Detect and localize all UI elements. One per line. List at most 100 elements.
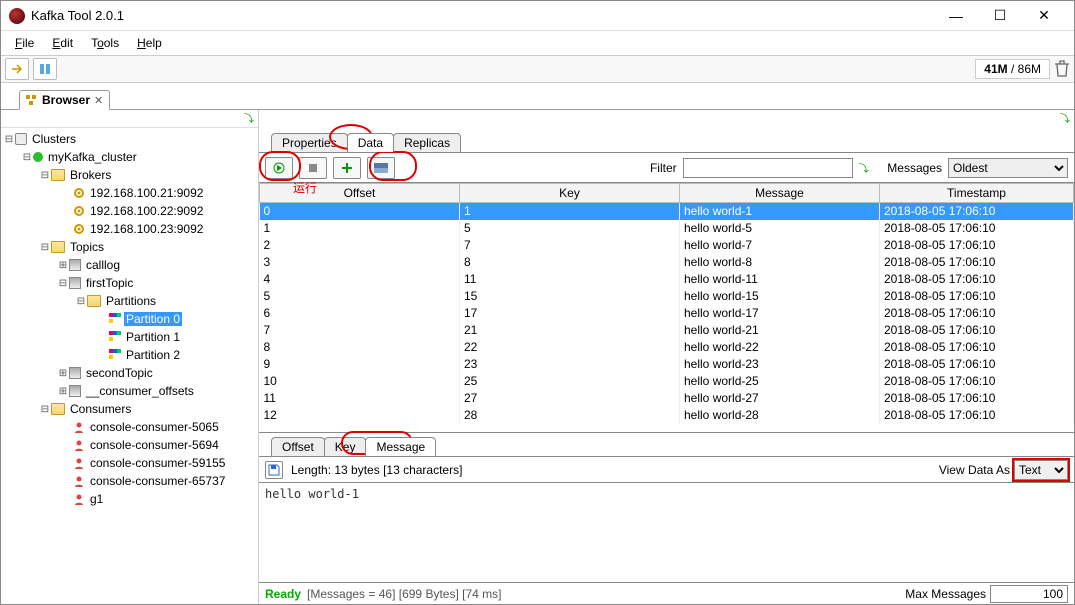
- table-row[interactable]: 1025hello world-252018-08-05 17:06:10: [260, 373, 1074, 390]
- menu-file[interactable]: File: [7, 34, 42, 52]
- table-row[interactable]: 411hello world-112018-08-05 17:06:10: [260, 271, 1074, 288]
- col-message[interactable]: Message: [680, 184, 880, 203]
- table-row[interactable]: 1127hello world-272018-08-05 17:06:10: [260, 390, 1074, 407]
- tree-topic[interactable]: ⊞calllog: [1, 256, 258, 274]
- content-refresh-icon[interactable]: ⤵: [1060, 110, 1070, 128]
- folder-icon: [51, 241, 65, 253]
- tab-data[interactable]: Data: [347, 133, 394, 152]
- topic-icon: [69, 367, 81, 379]
- content-tabs: Properties Data Replicas: [259, 128, 1074, 152]
- tree-broker[interactable]: 192.168.100.22:9092: [1, 202, 258, 220]
- save-icon[interactable]: [265, 461, 283, 479]
- tree-partition[interactable]: Partition 2: [1, 346, 258, 364]
- trash-icon[interactable]: [1054, 60, 1070, 78]
- length-text: Length: 13 bytes [13 characters]: [291, 463, 462, 477]
- minimize-button[interactable]: —: [934, 2, 978, 30]
- table-row[interactable]: 38hello world-82018-08-05 17:06:10: [260, 254, 1074, 271]
- menu-edit[interactable]: Edit: [44, 34, 81, 52]
- status-info: [Messages = 46] [699 Bytes] [74 ms]: [307, 587, 501, 601]
- table-row[interactable]: 15hello world-52018-08-05 17:06:10: [260, 220, 1074, 237]
- filter-input[interactable]: [683, 158, 853, 178]
- message-table[interactable]: Offset Key Message Timestamp 01hello wor…: [259, 182, 1074, 432]
- max-messages-label: Max Messages: [905, 587, 986, 601]
- topic-icon: [69, 277, 81, 289]
- col-timestamp[interactable]: Timestamp: [880, 184, 1074, 203]
- tree-consumer[interactable]: console-consumer-59155: [1, 454, 258, 472]
- tab-replicas[interactable]: Replicas: [393, 133, 461, 152]
- maximize-button[interactable]: ☐: [978, 2, 1022, 30]
- table-row[interactable]: 27hello world-72018-08-05 17:06:10: [260, 237, 1074, 254]
- memory-display: 41M / 86M: [975, 59, 1050, 79]
- menu-help[interactable]: Help: [129, 34, 170, 52]
- tree-icon: [26, 95, 38, 105]
- gear-icon: [73, 187, 85, 199]
- action-bar: 运行 Filter ⤵ Messages Oldest: [259, 152, 1074, 182]
- tree-partition[interactable]: Partition 0: [1, 310, 258, 328]
- tree-consumer[interactable]: console-consumer-65737: [1, 472, 258, 490]
- menu-tools[interactable]: Tools: [83, 34, 127, 52]
- tree-broker[interactable]: 192.168.100.23:9092: [1, 220, 258, 238]
- toolbar-btn-1[interactable]: [5, 58, 29, 80]
- folder-icon: [51, 403, 65, 415]
- messages-label: Messages: [887, 161, 942, 175]
- close-tab-icon[interactable]: ✕: [94, 94, 103, 107]
- message-body: hello world-1: [259, 482, 1074, 582]
- partition-icon: [109, 331, 121, 343]
- user-icon: [73, 475, 85, 487]
- table-row[interactable]: 721hello world-212018-08-05 17:06:10: [260, 322, 1074, 339]
- table-row[interactable]: 1228hello world-282018-08-05 17:06:10: [260, 407, 1074, 424]
- col-offset[interactable]: Offset: [260, 184, 460, 203]
- table-row[interactable]: 923hello world-232018-08-05 17:06:10: [260, 356, 1074, 373]
- view-as-label: View Data As: [939, 463, 1010, 477]
- tree-consumer[interactable]: g1: [1, 490, 258, 508]
- message-toolbar: Length: 13 bytes [13 characters] View Da…: [259, 456, 1074, 482]
- tree-partition[interactable]: Partition 1: [1, 328, 258, 346]
- table-row[interactable]: 515hello world-152018-08-05 17:06:10: [260, 288, 1074, 305]
- partition-icon: [109, 349, 121, 361]
- window-title: Kafka Tool 2.0.1: [31, 8, 934, 23]
- status-green-icon: [33, 152, 43, 162]
- tree-consumer[interactable]: console-consumer-5065: [1, 418, 258, 436]
- filter-label: Filter: [650, 161, 677, 175]
- col-key[interactable]: Key: [460, 184, 680, 203]
- partition-icon: [109, 313, 121, 325]
- sidebar-refresh-icon[interactable]: ⤵: [244, 110, 254, 127]
- tree-broker[interactable]: 192.168.100.21:9092: [1, 184, 258, 202]
- tree-topic[interactable]: ⊟firstTopic: [1, 274, 258, 292]
- db-icon: [15, 133, 27, 145]
- tab-properties[interactable]: Properties: [271, 133, 348, 152]
- user-icon: [73, 439, 85, 451]
- table-row[interactable]: 01hello world-12018-08-05 17:06:10: [260, 203, 1074, 220]
- browser-tab[interactable]: Browser ✕: [19, 90, 110, 110]
- topic-icon: [69, 385, 81, 397]
- close-button[interactable]: ✕: [1022, 2, 1066, 30]
- layout-button[interactable]: [367, 157, 395, 179]
- tree-consumer[interactable]: console-consumer-5694: [1, 436, 258, 454]
- stop-button[interactable]: [299, 157, 327, 179]
- tab-key[interactable]: Key: [324, 437, 367, 456]
- table-row[interactable]: 617hello world-172018-08-05 17:06:10: [260, 305, 1074, 322]
- content-panel: ⤵ Properties Data Replicas 运行 Filter ⤵ M…: [259, 110, 1074, 604]
- folder-icon: [51, 169, 65, 181]
- user-icon: [73, 457, 85, 469]
- tree-topic[interactable]: ⊞secondTopic: [1, 364, 258, 382]
- browser-tab-row: Browser ✕: [1, 83, 1074, 109]
- tree-partitions[interactable]: ⊟Partitions: [1, 292, 258, 310]
- detail-tabs: Offset Key Message: [259, 432, 1074, 456]
- add-button[interactable]: [333, 157, 361, 179]
- sidebar: ⤵ ⊟Clusters ⊟myKafka_cluster ⊟Brokers 19…: [1, 110, 259, 604]
- tab-offset[interactable]: Offset: [271, 437, 325, 456]
- table-row[interactable]: 822hello world-222018-08-05 17:06:10: [260, 339, 1074, 356]
- user-icon: [73, 493, 85, 505]
- play-button[interactable]: [265, 157, 293, 179]
- app-icon: [9, 8, 25, 24]
- view-as-select[interactable]: Text: [1014, 460, 1068, 480]
- messages-mode-select[interactable]: Oldest: [948, 158, 1068, 178]
- tab-message[interactable]: Message: [365, 437, 436, 456]
- status-bar: Ready [Messages = 46] [699 Bytes] [74 ms…: [259, 582, 1074, 604]
- tree-topic[interactable]: ⊞__consumer_offsets: [1, 382, 258, 400]
- filter-apply-icon[interactable]: ⤵: [859, 160, 869, 175]
- toolbar-btn-2[interactable]: [33, 58, 57, 80]
- max-messages-input[interactable]: [990, 585, 1068, 603]
- cluster-tree[interactable]: ⊟Clusters ⊟myKafka_cluster ⊟Brokers 192.…: [1, 128, 258, 604]
